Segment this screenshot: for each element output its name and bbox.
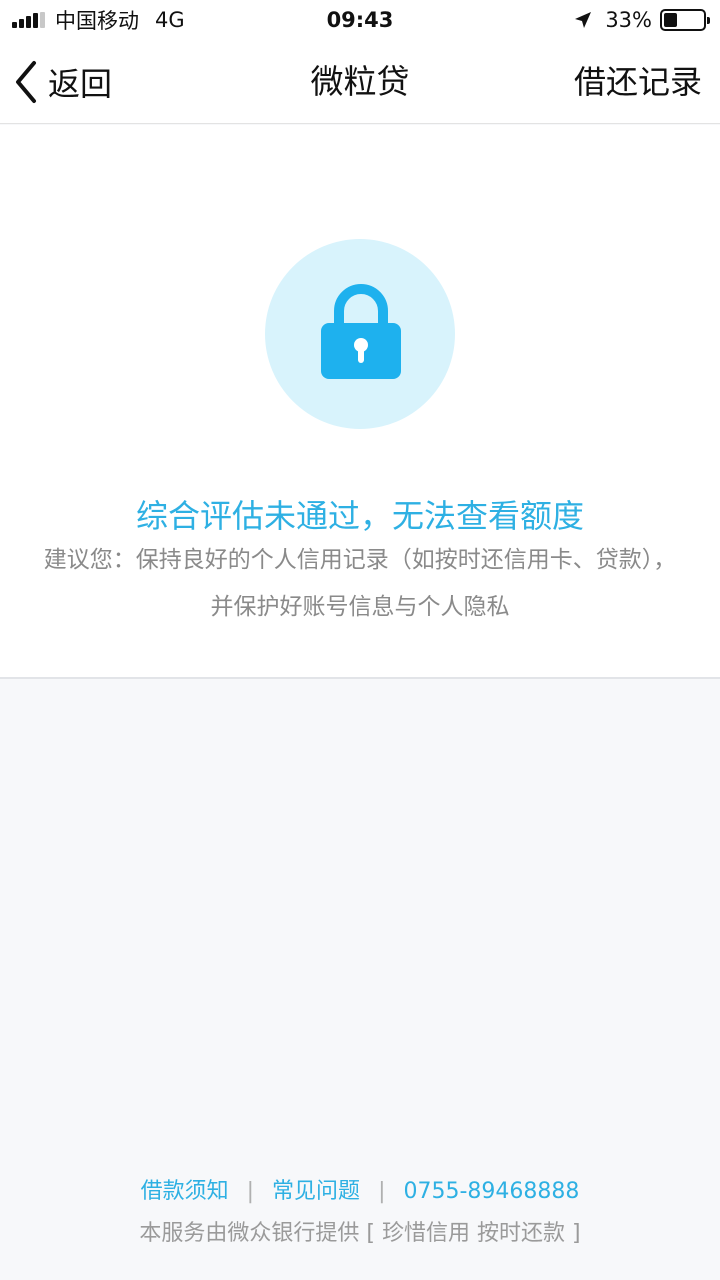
battery-icon <box>660 9 710 31</box>
footer: 借款须知 | 常见问题 | 0755-89468888 本服务由微众银行提供 [ 珍惜信… <box>0 1172 720 1254</box>
service-note: 本服务由微众银行提供 [ 珍惜信用 按时还款 ] <box>139 1221 581 1246</box>
separator: | <box>246 1179 255 1204</box>
separator: | <box>378 1179 386 1204</box>
location-arrow-icon <box>575 12 592 28</box>
loan-records-button[interactable]: 借还记录 <box>574 40 702 124</box>
navigation-bar: 返回 微粒贷 借还记录 <box>0 40 720 124</box>
lock-icon <box>321 284 401 379</box>
result-title: 综合评估未通过，无法查看额度 <box>135 497 584 535</box>
status-right: 33% <box>573 0 710 40</box>
lock-badge <box>265 239 455 429</box>
chevron-left-icon <box>16 61 36 103</box>
status-bar: 中国移动 4G 09:43 33% <box>0 0 720 40</box>
back-button[interactable]: 返回 <box>12 40 112 124</box>
faq-link[interactable]: 常见问题 <box>272 1179 360 1204</box>
battery-percent: 33% <box>605 8 652 32</box>
battery-fill <box>664 13 677 27</box>
advice-text: 建议您：保持良好的个人信用记录（如按时还信用卡、贷款），并保护好账号信息与个人隐… <box>43 547 677 620</box>
result-panel: 综合评估未通过，无法查看额度 建议您：保持良好的个人信用记录（如按时还信用卡、贷… <box>0 125 720 679</box>
back-label: 返回 <box>48 65 113 103</box>
footer-links: 借款须知 | 常见问题 | 0755-89468888 <box>0 1172 720 1212</box>
loan-notice-link[interactable]: 借款须知 <box>141 1179 229 1204</box>
phone-link[interactable]: 0755-89468888 <box>403 1179 579 1204</box>
